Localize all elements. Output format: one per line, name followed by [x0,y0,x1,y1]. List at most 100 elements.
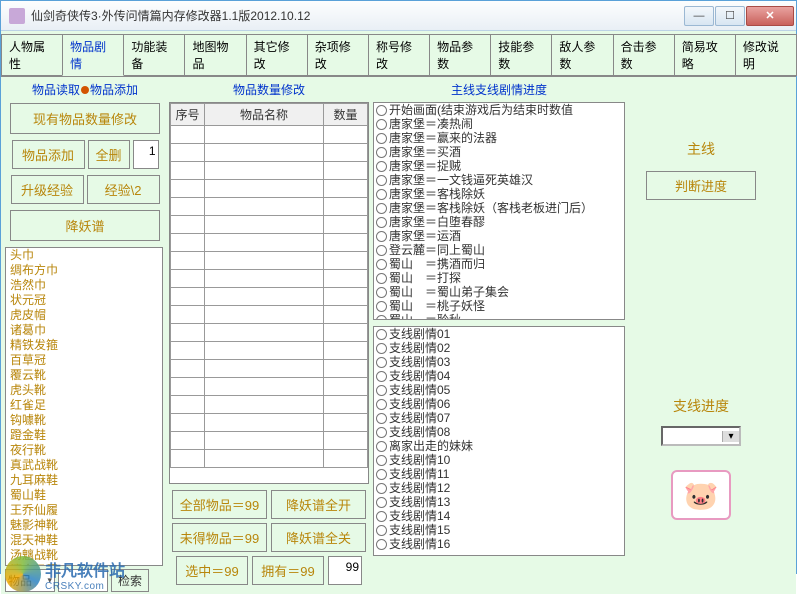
radio-item[interactable]: 支线剧情08 [374,425,624,439]
radio-item[interactable]: 唐家堡＝买酒 [374,145,624,159]
list-item[interactable]: 诸葛巾 [6,323,162,338]
list-item[interactable]: 虎头靴 [6,383,162,398]
tab-4[interactable]: 其它修改 [246,34,308,76]
table-row[interactable] [171,288,368,306]
list-item[interactable]: 魅影神靴 [6,518,162,533]
add-item-button[interactable]: 物品添加 [12,140,85,169]
close-button[interactable]: ✕ [746,6,794,26]
have-qty-input[interactable]: 99 [328,556,362,585]
qty-grid[interactable]: 序号 物品名称 数量 [169,102,369,484]
radio-item[interactable]: 唐家堡＝捉贼 [374,159,624,173]
radio-item[interactable]: 支线剧情13 [374,495,624,509]
radio-item[interactable]: 蜀山 ＝聆秋 [374,313,624,320]
radio-item[interactable]: 唐家堡＝凑热闹 [374,117,624,131]
table-row[interactable] [171,270,368,288]
qty-input[interactable]: 1 [133,140,159,169]
radio-item[interactable]: 登云麓＝同上蜀山 [374,243,624,257]
radio-item[interactable]: 唐家堡＝运酒 [374,229,624,243]
exp-half-button[interactable]: 经验\2 [87,175,160,204]
radio-item[interactable]: 支线剧情06 [374,397,624,411]
table-row[interactable] [171,144,368,162]
table-row[interactable] [171,216,368,234]
table-row[interactable] [171,180,368,198]
radio-item[interactable]: 蜀山 ＝携酒而归 [374,257,624,271]
table-row[interactable] [171,378,368,396]
list-item[interactable]: 九耳麻鞋 [6,473,162,488]
radio-item[interactable]: 离家出走的妹妹 [374,439,624,453]
list-item[interactable]: 红雀足 [6,398,162,413]
radio-item[interactable]: 唐家堡＝客栈除妖 [374,187,624,201]
tab-9[interactable]: 敌人参数 [551,34,613,76]
list-item[interactable]: 精铁发箍 [6,338,162,353]
radio-item[interactable]: 支线剧情15 [374,523,624,537]
radio-item[interactable]: 蜀山 ＝桃子妖怪 [374,299,624,313]
radio-item[interactable]: 唐家堡＝客栈除妖（客栈老板进门后） [374,201,624,215]
radio-item[interactable]: 唐家堡＝一文钱逼死英雄汉 [374,173,624,187]
maximize-button[interactable]: ☐ [715,6,745,26]
radio-item[interactable]: 支线剧情05 [374,383,624,397]
not-got-99-button[interactable]: 未得物品＝99 [172,523,267,552]
table-row[interactable] [171,252,368,270]
list-item[interactable]: 王乔仙履 [6,503,162,518]
main-story-list[interactable]: 开始画面(结束游戏后为结束时数值唐家堡＝凑热闹唐家堡＝赢来的法器唐家堡＝买酒唐家… [373,102,625,320]
radio-item[interactable]: 支线剧情16 [374,537,624,551]
tab-0[interactable]: 人物属性 [1,34,63,76]
table-row[interactable] [171,342,368,360]
radio-item[interactable]: 支线剧情11 [374,467,624,481]
radio-item[interactable]: 支线剧情02 [374,341,624,355]
table-row[interactable] [171,396,368,414]
table-row[interactable] [171,126,368,144]
list-item[interactable]: 真武战靴 [6,458,162,473]
list-item[interactable]: 头巾 [6,248,162,263]
list-item[interactable]: 蹬金鞋 [6,428,162,443]
list-item[interactable]: 覆云靴 [6,368,162,383]
radio-item[interactable]: 蜀山 ＝打探 [374,271,624,285]
yao-close-button[interactable]: 降妖谱全关 [271,523,366,552]
radio-item[interactable]: 支线剧情12 [374,481,624,495]
tab-6[interactable]: 称号修改 [368,34,430,76]
radio-item[interactable]: 支线剧情14 [374,509,624,523]
sub-story-list[interactable]: 支线剧情01支线剧情02支线剧情03支线剧情04支线剧情05支线剧情06支线剧情… [373,326,625,556]
list-item[interactable]: 夜行靴 [6,443,162,458]
list-item[interactable]: 钩噱靴 [6,413,162,428]
table-row[interactable] [171,234,368,252]
table-row[interactable] [171,360,368,378]
tab-12[interactable]: 修改说明 [735,34,797,76]
radio-item[interactable]: 支线剧情01 [374,327,624,341]
list-item[interactable]: 百草冠 [6,353,162,368]
tab-10[interactable]: 合击参数 [613,34,675,76]
list-item[interactable]: 蜀山鞋 [6,488,162,503]
sub-progress-select[interactable] [661,426,741,446]
list-item[interactable]: 浩然巾 [6,278,162,293]
radio-item[interactable]: 唐家堡＝赢来的法器 [374,131,624,145]
list-item[interactable]: 状元冠 [6,293,162,308]
have-99-button[interactable]: 拥有＝99 [252,556,324,585]
radio-item[interactable]: 支线剧情07 [374,411,624,425]
radio-item[interactable]: 蜀山 ＝蜀山弟子集会 [374,285,624,299]
tab-7[interactable]: 物品参数 [429,34,491,76]
table-row[interactable] [171,450,368,468]
radio-item[interactable]: 支线剧情10 [374,453,624,467]
radio-item[interactable]: 唐家堡＝白堕春醪 [374,215,624,229]
table-row[interactable] [171,414,368,432]
delete-all-button[interactable]: 全删 [88,140,130,169]
list-item[interactable]: 混天神鞋 [6,533,162,548]
item-listbox[interactable]: 头巾绸布方巾浩然巾状元冠虎皮帽诸葛巾精铁发箍百草冠覆云靴虎头靴红雀足钩噱靴蹬金鞋… [5,247,163,566]
radio-item[interactable]: 开始画面(结束游戏后为结束时数值 [374,103,624,117]
all-99-button[interactable]: 全部物品＝99 [172,490,267,519]
tab-2[interactable]: 功能装备 [123,34,185,76]
upgrade-exp-button[interactable]: 升级经验 [11,175,84,204]
tab-11[interactable]: 简易攻略 [674,34,736,76]
table-row[interactable] [171,198,368,216]
yao-open-button[interactable]: 降妖谱全开 [271,490,366,519]
table-row[interactable] [171,306,368,324]
tab-5[interactable]: 杂项修改 [307,34,369,76]
table-row[interactable] [171,162,368,180]
radio-item[interactable]: 支线剧情03 [374,355,624,369]
table-row[interactable] [171,324,368,342]
list-item[interactable]: 绸布方巾 [6,263,162,278]
radio-item[interactable]: 支线剧情04 [374,369,624,383]
minimize-button[interactable]: — [684,6,714,26]
yao-book-button[interactable]: 降妖谱 [10,210,160,241]
tab-3[interactable]: 地图物品 [184,34,246,76]
